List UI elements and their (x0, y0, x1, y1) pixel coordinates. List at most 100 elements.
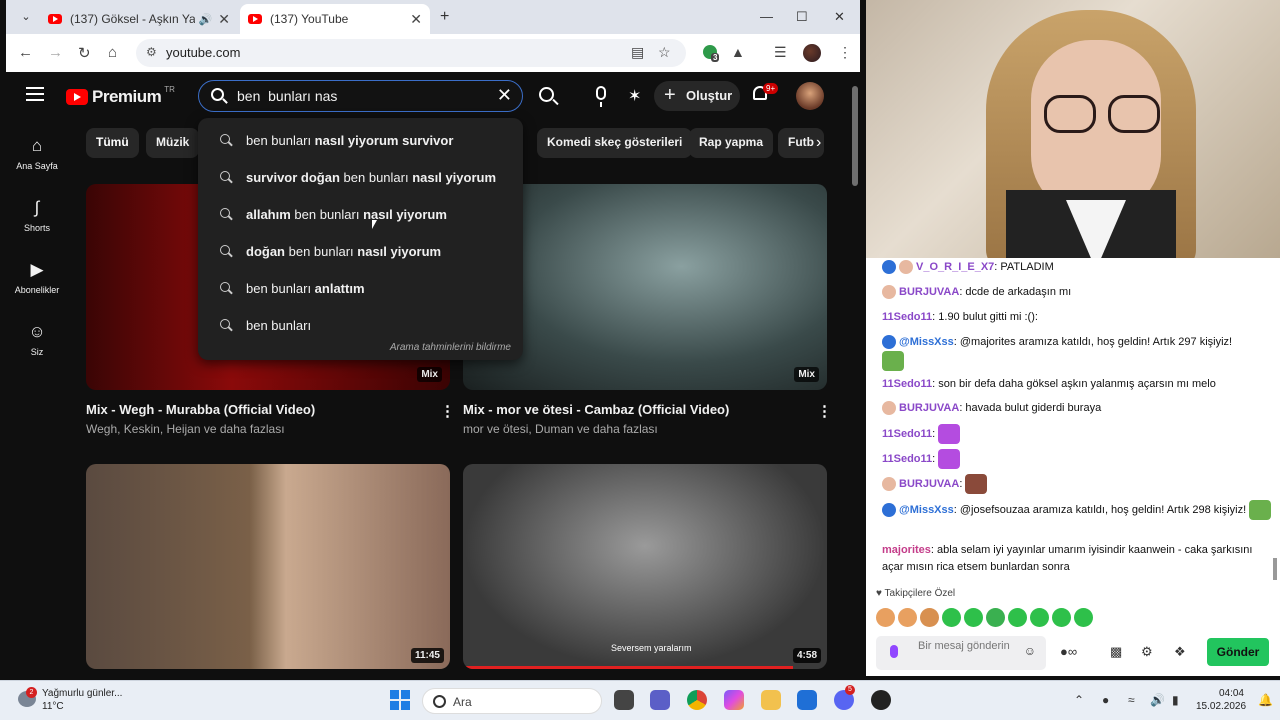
chat-username[interactable]: BURJUVAA (899, 478, 959, 490)
new-tab-icon[interactable]: + (440, 8, 449, 26)
chat-username[interactable]: 11Sedo11 (882, 453, 932, 465)
battery-icon[interactable]: ▮ (1172, 693, 1179, 707)
chat-username[interactable]: BURJUVAA (899, 286, 959, 298)
chat-username[interactable]: 11Sedo11 (882, 378, 932, 390)
emote-icon[interactable] (942, 608, 961, 627)
taskbar-search[interactable]: Ara (422, 688, 602, 714)
copilot-icon[interactable] (724, 690, 744, 710)
emote-icon[interactable] (920, 608, 939, 627)
task-view-icon[interactable] (614, 690, 634, 710)
app-icon[interactable] (871, 690, 891, 710)
browser-menu-icon[interactable]: ⋮ (838, 44, 852, 61)
emote-icon[interactable] (898, 608, 917, 627)
video-title[interactable]: Mix - mor ve ötesi - Cambaz (Official Vi… (463, 402, 729, 417)
notification-bell-icon[interactable]: 🔔 (1258, 693, 1273, 707)
video-channel[interactable]: mor ve ötesi, Duman ve daha fazlası (463, 422, 658, 436)
reload-icon[interactable]: ↻ (78, 44, 91, 62)
chips-next-icon[interactable]: › (816, 134, 821, 152)
install-app-icon[interactable]: ▤ (631, 44, 644, 61)
video-thumbnail[interactable]: 11:45 (86, 464, 450, 669)
sidebar-item-subscriptions[interactable]: ▶ Abonelikler (6, 260, 68, 295)
mic-icon[interactable] (890, 645, 898, 658)
suggestion-item[interactable]: allahım ben bunları nasıl yiyorum (198, 196, 523, 232)
chip-music[interactable]: Müzik (146, 128, 200, 158)
chrome-icon[interactable] (687, 690, 707, 710)
ai-assistant-icon[interactable]: ✶ (628, 86, 641, 106)
search-button[interactable] (527, 80, 571, 112)
file-explorer-icon[interactable] (761, 690, 781, 710)
suggestion-item[interactable]: survivor doğan ben bunları nasıl yiyorum (198, 159, 523, 195)
tray-overflow-icon[interactable]: ⌃ (1074, 693, 1084, 707)
emote-icon[interactable] (1074, 608, 1093, 627)
minimize-icon[interactable]: — (760, 9, 773, 24)
windows-start-icon[interactable] (390, 690, 410, 710)
video-channel[interactable]: Wegh, Keskin, Heijan ve daha fazlası (86, 422, 285, 436)
teams-icon[interactable] (650, 690, 670, 710)
create-button[interactable]: + Oluştur (654, 81, 740, 111)
video-menu-icon[interactable]: ⋮ (440, 402, 455, 420)
chat-input[interactable]: Bir mesaj gönderin ☺ (876, 636, 1046, 670)
search-box[interactable]: ✕ (198, 80, 523, 112)
suggestion-item[interactable]: ben bunları (198, 307, 523, 343)
browser-tab-goksel[interactable]: (137) Göksel - Aşkın Yalanmış 🔊 ✕ (40, 4, 238, 34)
hamburger-menu-icon[interactable] (26, 87, 44, 101)
clear-search-icon[interactable]: ✕ (497, 85, 512, 106)
suggestion-item[interactable]: doğan ben bunları nasıl yiyorum (198, 233, 523, 269)
window-close-icon[interactable]: ✕ (834, 9, 845, 25)
chat-username[interactable]: BURJUVAA (899, 402, 959, 414)
forward-icon[interactable]: → (48, 44, 63, 61)
chat-username[interactable]: @MissXss (899, 504, 954, 516)
chat-username[interactable]: V_O_R_I_E_X7 (916, 261, 994, 273)
store-app-icon[interactable] (797, 690, 817, 710)
maximize-icon[interactable]: ☐ (796, 9, 808, 25)
speaker-icon[interactable]: 🔊 (199, 13, 213, 26)
video-title[interactable]: Mix - Wegh - Murabba (Official Video) (86, 402, 315, 417)
wifi-icon[interactable]: ≈ (1128, 693, 1135, 707)
voice-search-icon[interactable] (596, 86, 606, 107)
tab-close-icon[interactable]: ✕ (410, 11, 422, 28)
profile-avatar[interactable] (803, 44, 821, 62)
media-control-icon[interactable]: ☰ (774, 44, 787, 61)
emote-icon[interactable] (986, 608, 1005, 627)
tab-search-chevron-icon[interactable]: ⌄ (16, 7, 36, 27)
extension-icon[interactable]: 3 (703, 45, 720, 62)
emote-icon[interactable] (1052, 608, 1071, 627)
chat-username[interactable]: 11Sedo11 (882, 428, 932, 440)
url-field[interactable]: ⚙ youtube.com (136, 39, 686, 67)
emote-icon[interactable] (1030, 608, 1049, 627)
chip-rap[interactable]: Rap yapma (689, 128, 774, 158)
rewards-icon[interactable]: ❖ (1174, 644, 1186, 660)
chip-all[interactable]: Tümü (86, 128, 139, 158)
sidebar-item-shorts[interactable]: ∫ Shorts (6, 198, 68, 233)
store-icon[interactable]: ▩ (1110, 644, 1122, 660)
emote-icon[interactable] (964, 608, 983, 627)
chat-username[interactable]: majorites (882, 544, 931, 556)
browser-tab-youtube[interactable]: (137) YouTube ✕ (240, 4, 430, 34)
tab-close-icon[interactable]: ✕ (218, 11, 230, 28)
youtube-logo[interactable]: Premium TR (66, 85, 175, 108)
search-input[interactable] (237, 86, 487, 106)
chat-scrollbar[interactable] (1273, 558, 1277, 580)
back-icon[interactable]: ← (18, 44, 33, 61)
system-clock[interactable]: 04:04 15.02.2026 (1196, 687, 1246, 713)
emote-icon[interactable] (876, 608, 895, 627)
site-info-icon[interactable]: ⚙ (146, 45, 157, 59)
emoji-picker-icon[interactable]: ☺ (1024, 645, 1036, 658)
chip-comedy[interactable]: Komedi skeç gösterileri (537, 128, 693, 158)
extensions-puzzle-icon[interactable]: ▲ (731, 44, 745, 60)
mic-tray-icon[interactable]: ● (1102, 693, 1109, 707)
page-scrollbar[interactable] (852, 86, 858, 186)
chat-username[interactable]: @MissXss (899, 336, 954, 348)
send-button[interactable]: Gönder (1207, 638, 1269, 666)
suggestion-item[interactable]: ben bunları anlattım (198, 270, 523, 306)
home-icon[interactable]: ⌂ (108, 44, 117, 61)
bits-icon[interactable]: ●∞ (1060, 644, 1077, 659)
bookmark-star-icon[interactable]: ☆ (658, 44, 671, 61)
account-avatar[interactable] (796, 82, 824, 110)
sidebar-item-you[interactable]: ☺ Siz (6, 322, 68, 357)
volume-icon[interactable]: 🔊 (1150, 693, 1165, 707)
video-thumbnail[interactable]: Seversem yaralarım 4:58 (463, 464, 827, 669)
chat-username[interactable]: 11Sedo11 (882, 311, 932, 323)
settings-gear-icon[interactable]: ⚙ (1141, 644, 1153, 660)
suggestion-item[interactable]: ben bunları nasıl yiyorum survivor (198, 122, 523, 158)
